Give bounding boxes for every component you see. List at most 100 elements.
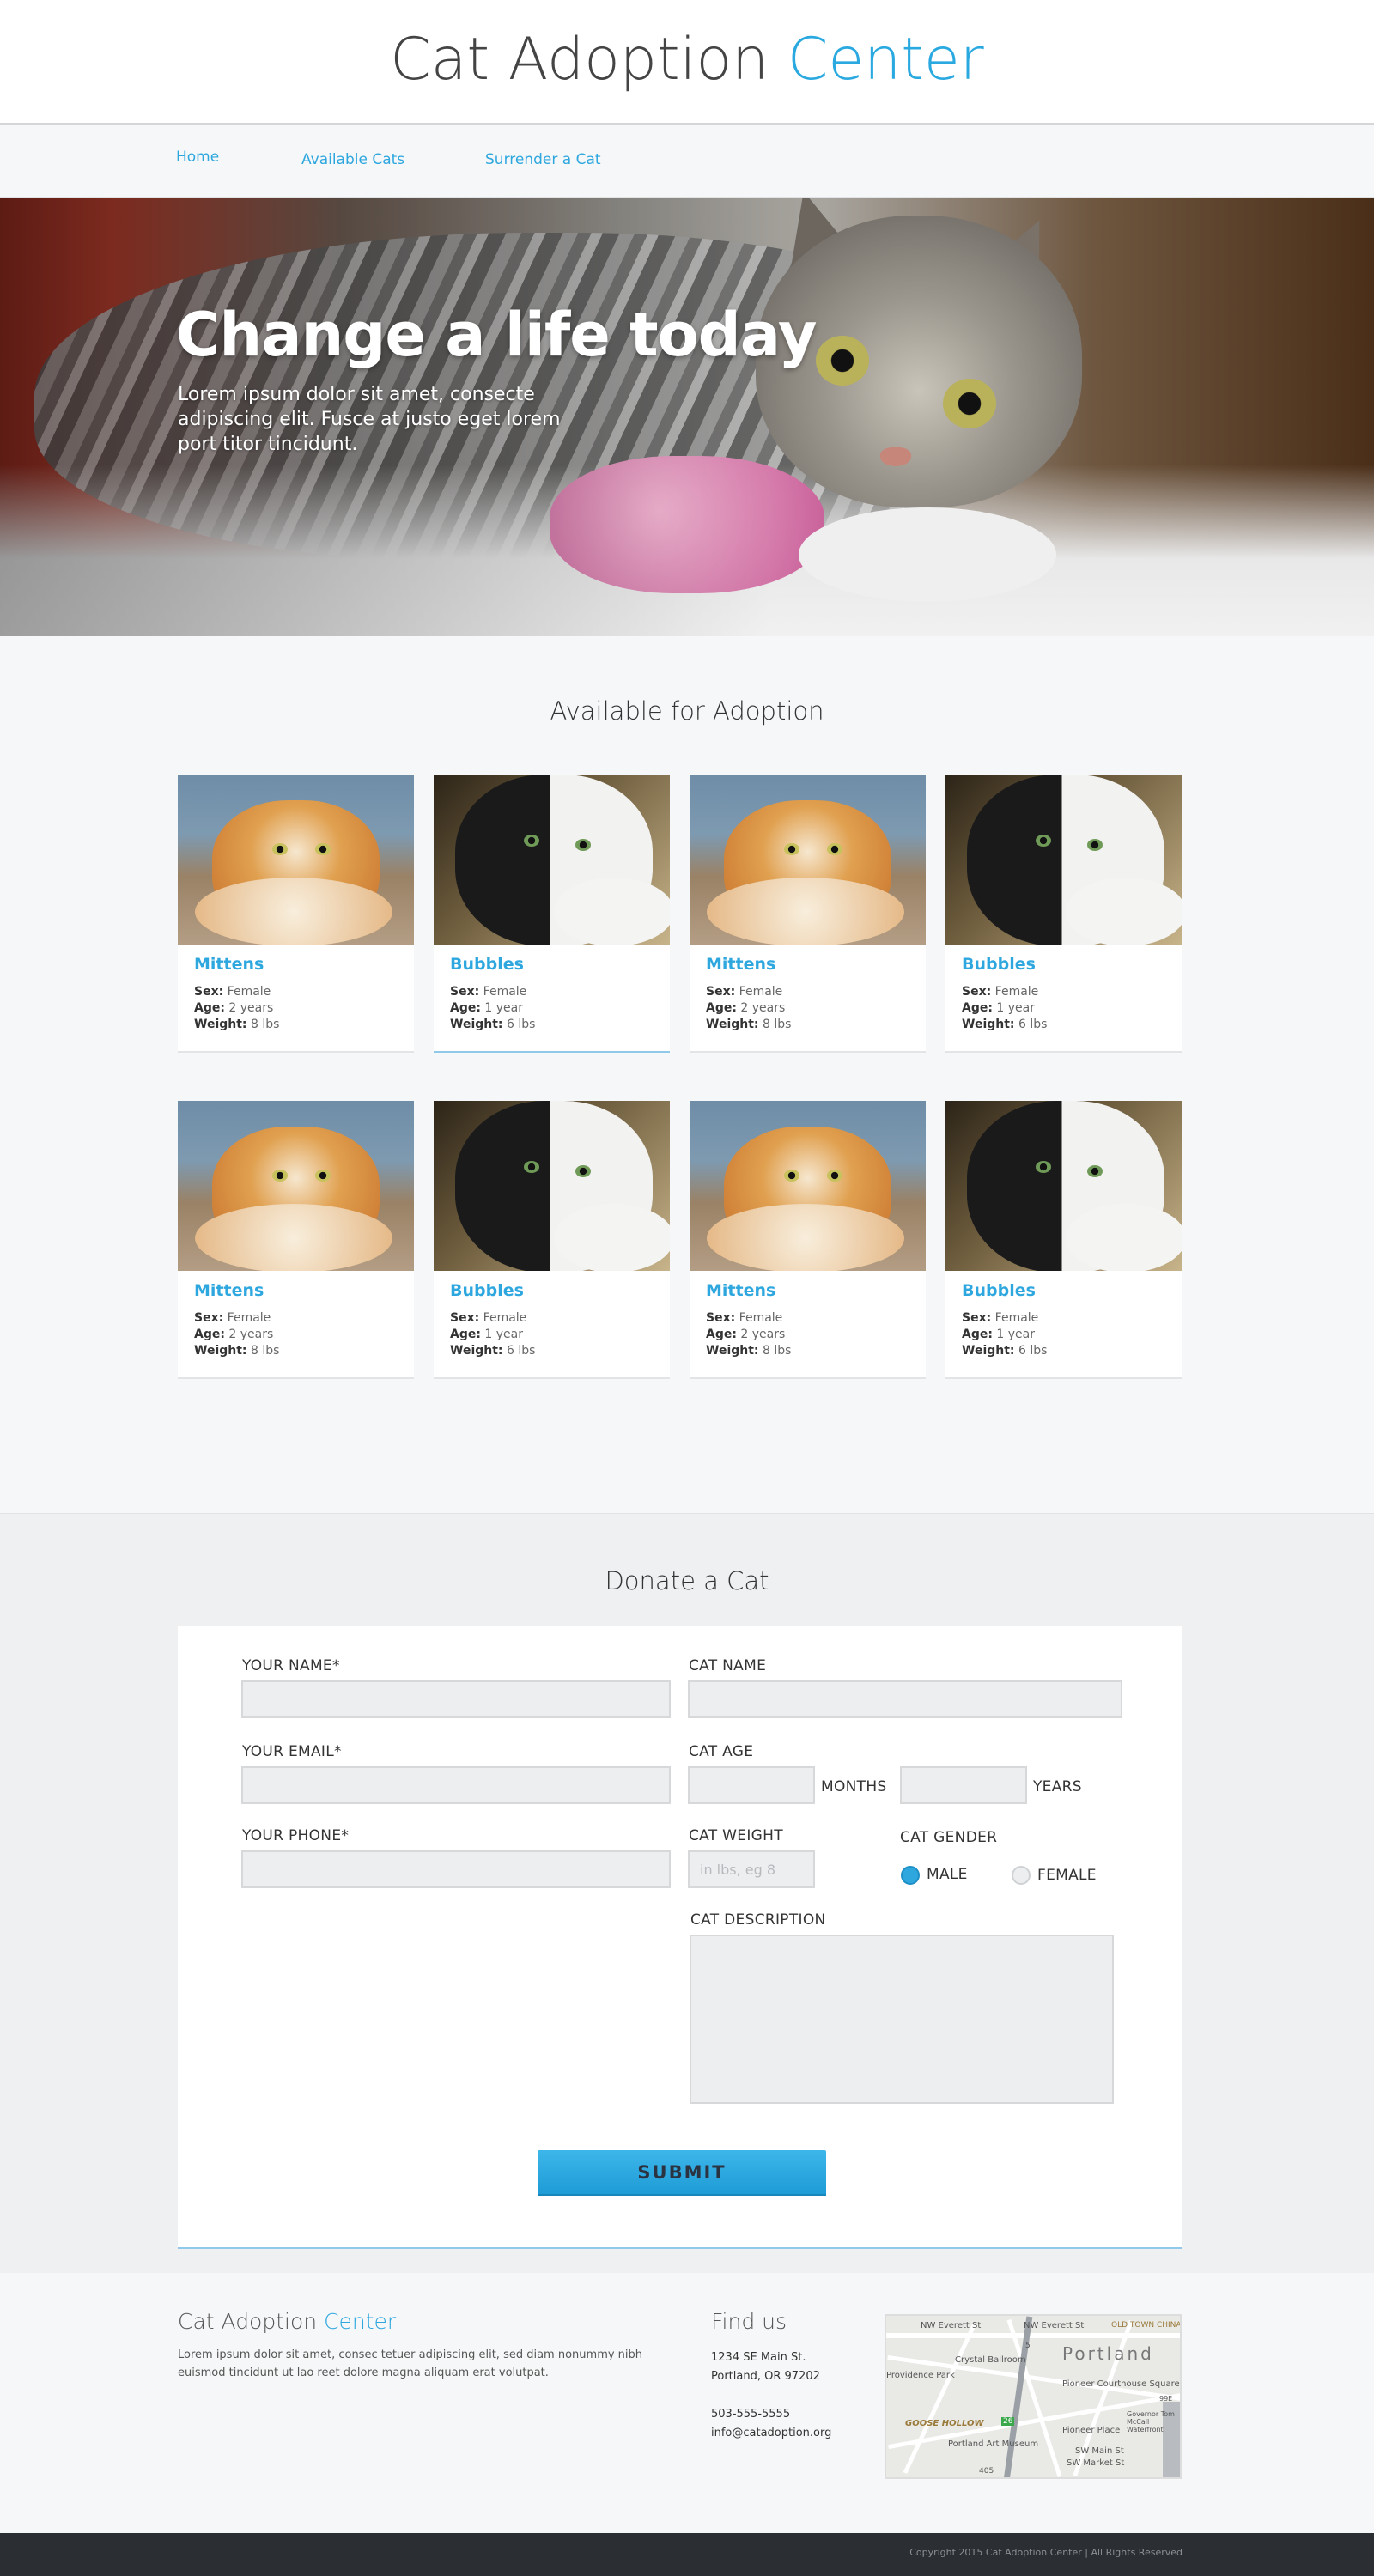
cat-sex: Female (227, 1311, 271, 1325)
cat-card[interactable]: Bubbles Sex: Female Age: 1 year Weight: 6 l… (434, 1101, 670, 1379)
cat-name[interactable]: Bubbles (450, 955, 524, 974)
cat-weight: 6 lbs (1018, 1018, 1048, 1031)
weight-label: Weight: (450, 1344, 503, 1358)
footer-title-accent: Center (324, 2309, 397, 2334)
cat-sex: Female (739, 985, 783, 999)
your-email-input[interactable] (241, 1766, 671, 1804)
your-name-input[interactable] (241, 1680, 671, 1718)
sex-label: Sex: (706, 985, 736, 999)
sex-label: Sex: (962, 1311, 992, 1325)
cat-name[interactable]: Bubbles (450, 1281, 524, 1300)
age-label: Age: (194, 1327, 225, 1341)
cat-info: Sex: Female Age: 1 year Weight: 6 lbs (962, 1310, 1047, 1359)
cat-age: 1 year (996, 1001, 1035, 1015)
cat-weight: 6 lbs (506, 1344, 536, 1358)
weight-label: Weight: (450, 1018, 503, 1031)
hero-banner: Change a life today Lorem ipsum dolor si… (0, 198, 1374, 636)
cat-name[interactable]: Mittens (706, 1281, 775, 1300)
orange-cat-photo (690, 775, 926, 945)
orange-cat-photo (178, 775, 414, 945)
hero-text: Lorem ipsum dolor sit amet, consecte adi… (178, 384, 561, 455)
age-label: Age: (962, 1327, 993, 1341)
cat-info: Sex: Female Age: 2 years Weight: 8 lbs (706, 984, 791, 1033)
main-nav: Home Available Cats Surrender a Cat (0, 128, 1374, 198)
cat-age: 1 year (484, 1327, 523, 1341)
cat-age-months-input[interactable] (688, 1766, 815, 1804)
nav-item-home[interactable]: Home (176, 149, 219, 166)
sex-label: Sex: (450, 985, 480, 999)
your-phone-label: YOUR PHONE* (242, 1827, 350, 1844)
hero-title: Change a life today (176, 300, 817, 370)
calico-cat-photo (945, 1101, 1182, 1271)
footer-title: Cat Adoption Center (178, 2309, 396, 2334)
map-city-label: Portland (1062, 2343, 1154, 2364)
sex-label: Sex: (962, 985, 992, 999)
cat-name-input[interactable] (688, 1680, 1122, 1718)
submit-button[interactable]: SUBMIT (538, 2150, 826, 2196)
cat-name[interactable]: Bubbles (962, 1281, 1036, 1300)
cat-name[interactable]: Mittens (194, 955, 264, 974)
months-label: MONTHS (821, 1778, 887, 1795)
cat-card[interactable]: Mittens Sex: Female Age: 2 years Weight: 8 … (690, 775, 926, 1053)
copyright-bar: Copyright 2015 Cat Adoption Center | All… (0, 2533, 1374, 2576)
gender-male-radio[interactable] (901, 1866, 920, 1885)
cat-sex: Female (739, 1311, 783, 1325)
your-name-label: YOUR NAME* (242, 1657, 340, 1674)
footer-title-main: Cat Adoption (178, 2309, 318, 2334)
your-phone-input[interactable] (241, 1850, 671, 1888)
cat-card[interactable]: Bubbles Sex: Female Age: 1 year Weight: 6 l… (434, 775, 670, 1053)
cat-age-label: CAT AGE (689, 1743, 754, 1760)
age-label: Age: (962, 1001, 993, 1015)
location-map[interactable]: NW Everett St NW Everett St OLD TOWN CHI… (885, 2314, 1182, 2479)
footer-email[interactable]: info@catadoption.org (711, 2424, 831, 2443)
orange-cat-photo (690, 1101, 926, 1271)
cat-card[interactable]: Mittens Sex: Female Age: 2 years Weight: 8 … (178, 1101, 414, 1379)
your-email-label: YOUR EMAIL* (242, 1743, 342, 1760)
nav-item-surrender-a-cat[interactable]: Surrender a Cat (485, 151, 601, 168)
cat-age-years-input[interactable] (900, 1766, 1027, 1804)
cat-weight-input[interactable] (688, 1850, 815, 1888)
calico-cat-photo (434, 775, 670, 945)
cat-name[interactable]: Mittens (194, 1281, 264, 1300)
cat-age: 2 years (740, 1001, 786, 1015)
cat-info: Sex: Female Age: 2 years Weight: 8 lbs (194, 984, 279, 1033)
cat-name[interactable]: Mittens (706, 955, 775, 974)
cat-weight: 6 lbs (1018, 1344, 1048, 1358)
address-line-2: Portland, OR 97202 (711, 2370, 820, 2383)
available-title: Available for Adoption (550, 696, 824, 726)
cat-name[interactable]: Bubbles (962, 955, 1036, 974)
age-label: Age: (194, 1001, 225, 1015)
cat-sex: Female (994, 1311, 1039, 1325)
site-footer: Cat Adoption Center Lorem ipsum dolor si… (0, 2273, 1374, 2533)
weight-label: Weight: (194, 1344, 247, 1358)
footer-phone[interactable]: 503-555-5555 (711, 2405, 831, 2424)
cat-weight: 8 lbs (250, 1344, 280, 1358)
cat-weight: 8 lbs (762, 1344, 792, 1358)
cat-card[interactable]: Mittens Sex: Female Age: 2 years Weight: 8 … (690, 1101, 926, 1379)
cat-sex: Female (483, 1311, 527, 1325)
donate-title: Donate a Cat (605, 1566, 769, 1595)
available-section: Available for Adoption Mittens Sex: Femal… (0, 636, 1374, 1514)
cat-weight: 6 lbs (506, 1018, 536, 1031)
cat-card[interactable]: Bubbles Sex: Female Age: 1 year Weight: 6 l… (945, 1101, 1182, 1379)
site-title-main: Cat Adoption (390, 26, 769, 94)
weight-label: Weight: (962, 1344, 1015, 1358)
cat-description-label: CAT DESCRIPTION (690, 1911, 826, 1929)
cat-info: Sex: Female Age: 1 year Weight: 6 lbs (450, 984, 535, 1033)
cat-info: Sex: Female Age: 1 year Weight: 6 lbs (450, 1310, 535, 1359)
cat-description-textarea[interactable] (690, 1935, 1114, 2104)
nav-item-available-cats[interactable]: Available Cats (301, 151, 404, 168)
find-us-title: Find us (711, 2309, 787, 2334)
site-header: Cat Adoption Center (0, 0, 1374, 125)
age-label: Age: (706, 1327, 737, 1341)
cat-name-label: CAT NAME (689, 1657, 767, 1674)
cat-card[interactable]: Mittens Sex: Female Age: 2 years Weight: 8 … (178, 775, 414, 1053)
site-title: Cat Adoption Center (0, 26, 1374, 94)
cat-age: 2 years (228, 1001, 274, 1015)
cat-age: 2 years (740, 1327, 786, 1341)
gender-female-radio[interactable] (1012, 1866, 1030, 1885)
cat-card[interactable]: Bubbles Sex: Female Age: 1 year Weight: 6 l… (945, 775, 1182, 1053)
sex-label: Sex: (194, 1311, 224, 1325)
sex-label: Sex: (706, 1311, 736, 1325)
weight-label: Weight: (706, 1344, 759, 1358)
